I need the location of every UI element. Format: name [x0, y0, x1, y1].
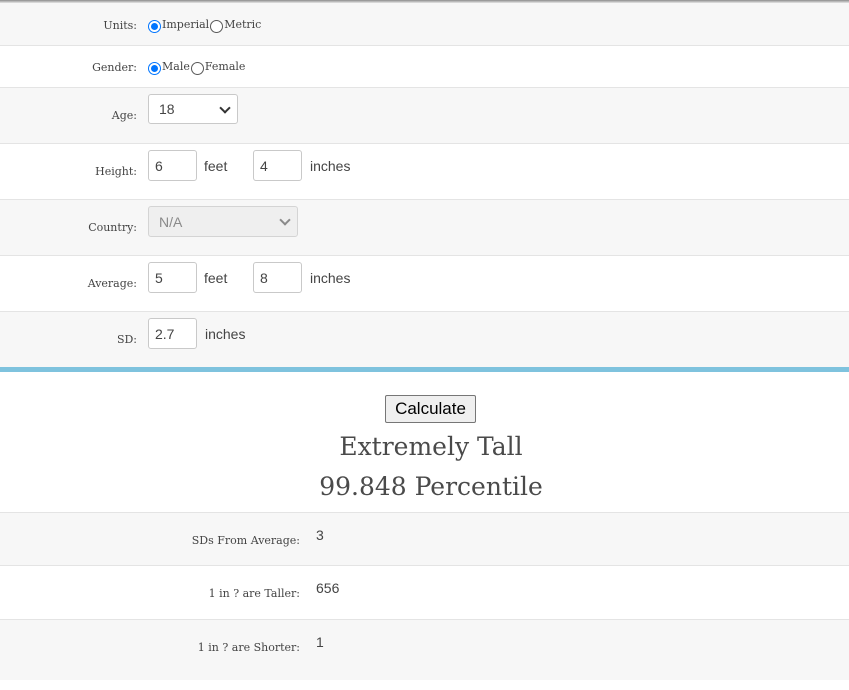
- average-feet-input[interactable]: 5: [148, 262, 197, 293]
- units-radio-group: Imperial Metric: [148, 18, 262, 33]
- result-percentile: 99.848 Percentile: [319, 472, 543, 501]
- taller-label: 1 in ? are Taller:: [208, 587, 300, 600]
- height-feet-unit: feet: [204, 157, 228, 174]
- output-row-taller: 1 in ? are Taller: 656: [0, 566, 849, 620]
- age-select[interactable]: 18: [148, 94, 238, 124]
- male-label[interactable]: Male: [162, 60, 190, 73]
- height-feet-input[interactable]: 6: [148, 150, 197, 181]
- female-radio[interactable]: [190, 62, 204, 75]
- average-feet-unit: feet: [204, 269, 228, 286]
- calculate-button[interactable]: Calculate: [385, 395, 476, 423]
- female-label[interactable]: Female: [205, 60, 246, 73]
- height-row: Height: 6 feet 4 inches: [0, 144, 849, 200]
- country-label: Country:: [88, 221, 137, 234]
- shorter-value: 1: [316, 634, 324, 650]
- chevron-down-icon: [279, 214, 291, 226]
- units-row: Units: Imperial Metric: [0, 3, 849, 46]
- imperial-radio[interactable]: [148, 20, 161, 33]
- gender-row: Gender: Male Female: [0, 46, 849, 88]
- average-row: Average: 5 feet 8 inches: [0, 256, 849, 312]
- age-label: Age:: [111, 109, 137, 122]
- metric-label[interactable]: Metric: [224, 18, 261, 31]
- sd-row: SD: 2.7 inches: [0, 312, 849, 367]
- result-category: Extremely Tall: [339, 432, 523, 461]
- output-row-shorter: 1 in ? are Shorter: 1: [0, 620, 849, 680]
- gender-label: Gender:: [92, 61, 137, 74]
- average-label: Average:: [87, 277, 137, 290]
- sd-unit: inches: [205, 325, 246, 342]
- sd-label: SD:: [116, 333, 137, 346]
- result-section: Calculate Extremely Tall 99.848 Percenti…: [0, 372, 849, 512]
- sd-control: 2.7 inches: [148, 318, 245, 349]
- country-select-value: N/A: [159, 213, 183, 230]
- output-row-sds: SDs From Average: 3: [0, 512, 849, 566]
- age-control: 18: [148, 94, 238, 124]
- male-radio[interactable]: [148, 62, 161, 75]
- age-select-value: 18: [159, 101, 175, 117]
- sds-from-average-label: SDs From Average:: [191, 534, 300, 547]
- sds-from-average-value: 3: [316, 527, 324, 543]
- height-label: Height:: [95, 165, 137, 178]
- average-control: 5 feet 8 inches: [148, 262, 350, 293]
- units-label: Units:: [103, 19, 137, 32]
- country-select[interactable]: N/A: [148, 206, 298, 237]
- age-row: Age: 18: [0, 88, 849, 144]
- average-inches-unit: inches: [310, 269, 351, 286]
- height-control: 6 feet 4 inches: [148, 150, 350, 181]
- average-inches-input[interactable]: 8: [253, 262, 302, 293]
- imperial-label[interactable]: Imperial: [162, 18, 209, 31]
- gender-radio-group: Male Female: [148, 60, 246, 75]
- taller-value: 656: [316, 580, 340, 596]
- country-row: Country: N/A: [0, 200, 849, 256]
- chevron-down-icon: [219, 102, 231, 114]
- shorter-label: 1 in ? are Shorter:: [197, 641, 300, 654]
- height-inches-input[interactable]: 4: [253, 150, 302, 181]
- metric-radio[interactable]: [210, 20, 224, 33]
- height-inches-unit: inches: [310, 157, 351, 174]
- sd-input[interactable]: 2.7: [148, 318, 197, 349]
- country-control: N/A: [148, 206, 298, 237]
